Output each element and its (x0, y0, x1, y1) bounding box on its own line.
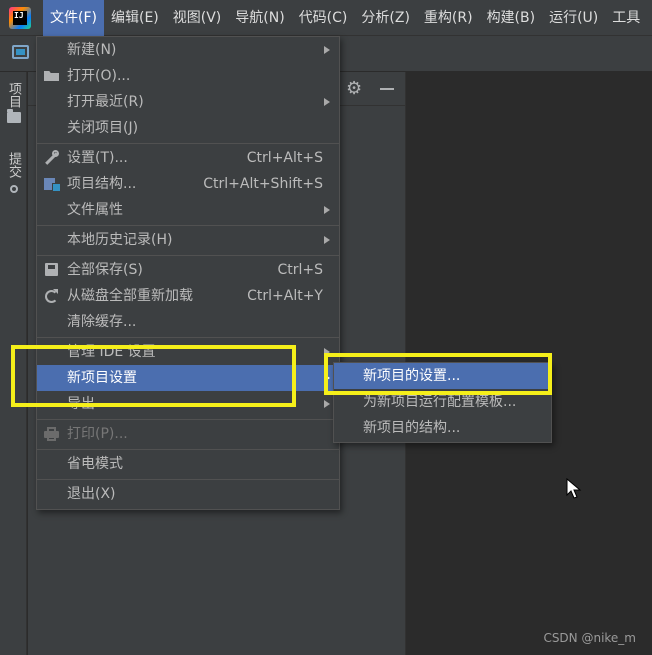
file-menu-item[interactable]: 打开(O)... (37, 63, 339, 89)
new-project-settings-submenu: 新项目的设置... 为新项目运行配置模板... 新项目的结构... (333, 362, 552, 443)
file-menu-item-shortcut: Ctrl+Alt+Shift+S (203, 176, 323, 192)
file-menu-item[interactable]: 全部保存(S) Ctrl+S (37, 257, 339, 283)
submenu-arrow-icon (324, 400, 330, 408)
tool-tab-commit[interactable]: 提交 (0, 152, 27, 196)
file-menu-item[interactable]: 新项目设置 (37, 365, 339, 391)
file-menu-item[interactable]: 新建(N) (37, 37, 339, 63)
file-menu-item[interactable]: 关闭项目(J) (37, 115, 339, 141)
submenu-arrow-icon (324, 348, 330, 356)
file-menu-item-label: 管理 IDE 设置 (67, 344, 156, 360)
file-menu-item-label: 文件属性 (67, 202, 123, 218)
gear-icon[interactable]: ⚙ (346, 79, 362, 99)
save-icon (43, 262, 60, 278)
menu-file[interactable]: 文件(F) (43, 0, 104, 36)
reload-icon (43, 288, 60, 304)
file-menu-item-label: 退出(X) (67, 486, 116, 502)
watermark: CSDN @nike_m (543, 631, 636, 645)
submenu-arrow-icon (324, 46, 330, 54)
file-menu-item-label: 设置(T)... (67, 150, 128, 166)
file-menu-item-shortcut: Ctrl+S (277, 262, 323, 278)
file-menu-item[interactable]: 打开最近(R) (37, 89, 339, 115)
file-menu-item[interactable]: 退出(X) (37, 481, 339, 507)
file-menu-item[interactable]: 从磁盘全部重新加载 Ctrl+Alt+Y (37, 283, 339, 309)
file-menu-item[interactable]: 导出 (37, 391, 339, 417)
submenu-arrow-icon (324, 98, 330, 106)
intellij-logo-icon: IJ (9, 6, 31, 29)
menu-run[interactable]: 运行(U) (542, 0, 605, 36)
file-menu-item-label: 打开最近(R) (67, 94, 144, 110)
menu-separator (37, 337, 339, 338)
file-menu-item-label: 关闭项目(J) (67, 120, 139, 136)
submenu-item[interactable]: 新项目的结构... (334, 415, 551, 441)
file-menu-item-label: 新项目设置 (67, 370, 137, 386)
menu-build[interactable]: 构建(B) (480, 0, 543, 36)
file-menu-item: 打印(P)... (37, 421, 339, 447)
left-tool-stripe: 项目 提交 (0, 72, 27, 655)
folder-icon (6, 109, 21, 123)
folder-open-icon (43, 68, 60, 84)
menu-refactor[interactable]: 重构(R) (417, 0, 480, 36)
menu-separator (37, 419, 339, 420)
file-menu-item[interactable]: 省电模式 (37, 451, 339, 477)
tool-tab-commit-label: 提交 (6, 152, 21, 178)
menu-tools[interactable]: 工具 (605, 0, 647, 36)
file-menu-item[interactable]: 设置(T)... Ctrl+Alt+S (37, 145, 339, 171)
menu-bar: IJ 文件(F) 编辑(E) 视图(V) 导航(N) 代码(C) 分析(Z) 重… (0, 0, 652, 36)
submenu-item[interactable]: 新项目的设置... (334, 363, 551, 389)
submenu-item-label: 新项目的设置... (363, 368, 461, 384)
file-menu-item-label: 打开(O)... (67, 68, 131, 84)
submenu-item-label: 新项目的结构... (363, 420, 461, 436)
submenu-item-label: 为新项目运行配置模板... (363, 394, 517, 410)
menu-navigate[interactable]: 导航(N) (228, 0, 291, 36)
menu-separator (37, 143, 339, 144)
file-menu-item-label: 项目结构... (67, 176, 137, 192)
menu-analyze[interactable]: 分析(Z) (354, 0, 417, 36)
file-menu-item-label: 省电模式 (67, 456, 123, 472)
file-menu-dropdown: 新建(N) 打开(O)... 打开最近(R) 关闭项目(J) 设置(T)... Ctrl+… (36, 36, 340, 510)
menu-view[interactable]: 视图(V) (166, 0, 229, 36)
file-menu-item[interactable]: 文件属性 (37, 197, 339, 223)
file-menu-item[interactable]: 项目结构... Ctrl+Alt+Shift+S (37, 171, 339, 197)
file-menu-item-label: 导出 (67, 396, 95, 412)
menu-separator (37, 449, 339, 450)
file-menu-item-label: 清除缓存... (67, 314, 137, 330)
file-menu-item-label: 新建(N) (67, 42, 117, 58)
submenu-arrow-icon (324, 236, 330, 244)
submenu-arrow-icon (324, 206, 330, 214)
file-menu-item-label: 从磁盘全部重新加载 (67, 288, 193, 304)
menu-code[interactable]: 代码(C) (292, 0, 355, 36)
file-menu-item[interactable]: 清除缓存... (37, 309, 339, 335)
tool-tab-project-label: 项目 (6, 82, 21, 108)
tool-tab-project[interactable]: 项目 (0, 82, 27, 123)
submenu-item[interactable]: 为新项目运行配置模板... (334, 389, 551, 415)
file-menu-item-shortcut: Ctrl+Alt+S (246, 150, 323, 166)
minimize-icon[interactable] (380, 88, 394, 90)
file-menu-item[interactable]: 管理 IDE 设置 (37, 339, 339, 365)
commit-icon (6, 182, 21, 196)
menu-separator (37, 479, 339, 480)
mouse-cursor-icon (566, 478, 582, 499)
file-menu-item-label: 全部保存(S) (67, 262, 143, 278)
wrench-icon (43, 150, 60, 166)
print-icon (43, 426, 60, 442)
project-window-icon[interactable] (12, 45, 29, 59)
file-menu-item[interactable]: 本地历史记录(H) (37, 227, 339, 253)
menu-separator (37, 255, 339, 256)
submenu-arrow-icon (324, 374, 330, 382)
file-menu-item-label: 本地历史记录(H) (67, 232, 173, 248)
file-menu-item-label: 打印(P)... (67, 426, 128, 442)
file-menu-item-shortcut: Ctrl+Alt+Y (247, 288, 323, 304)
menu-edit[interactable]: 编辑(E) (104, 0, 166, 36)
project-structure-icon (43, 176, 61, 192)
menu-separator (37, 225, 339, 226)
